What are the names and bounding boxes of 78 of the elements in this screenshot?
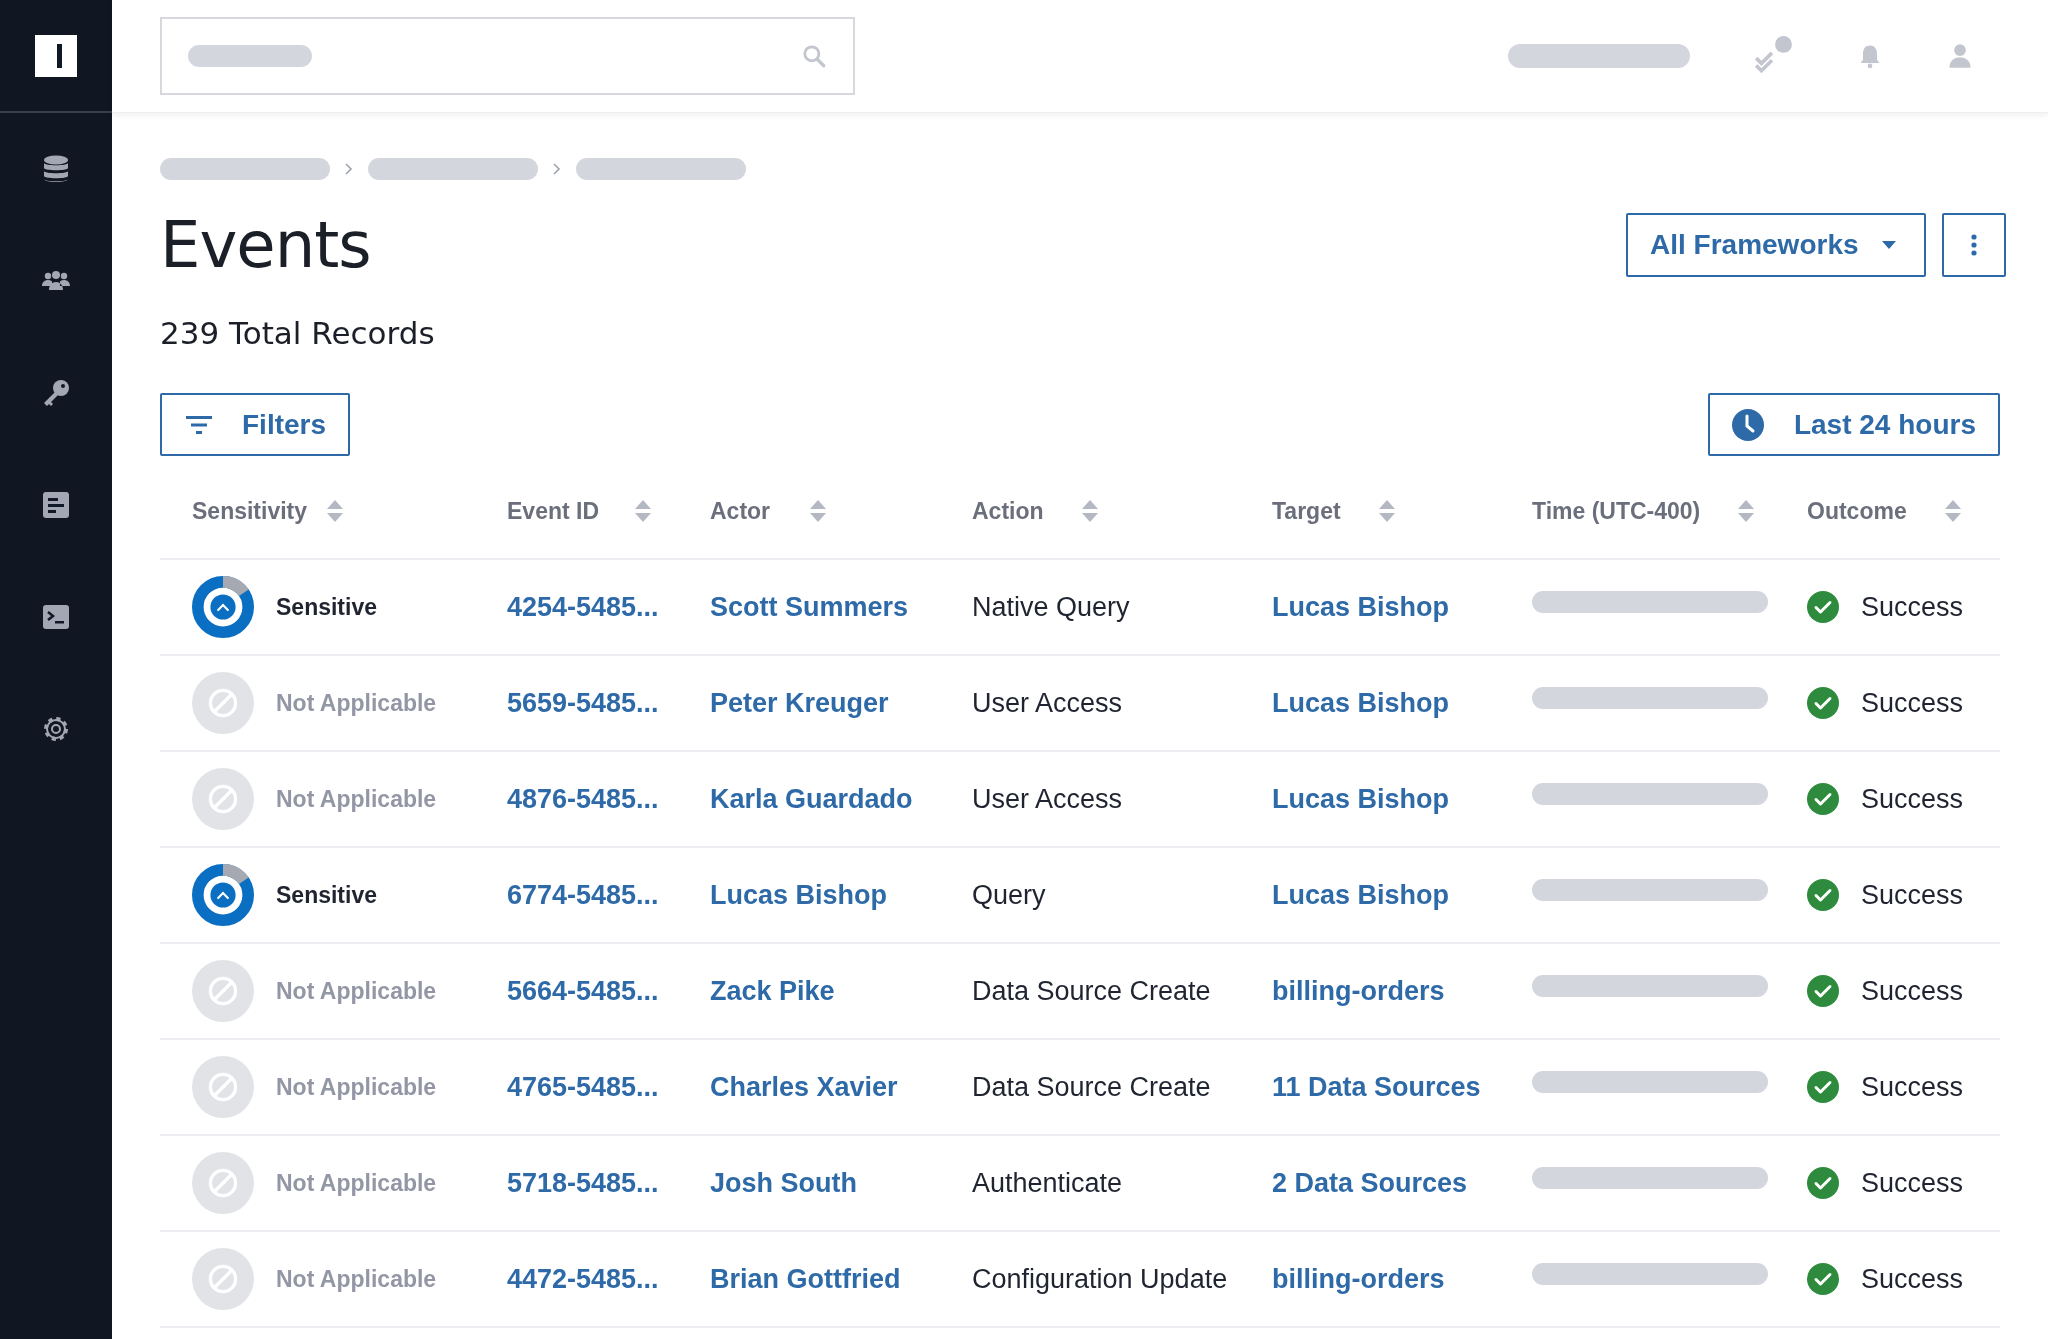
outcome-text: Success <box>1861 591 1964 623</box>
sensitivity-label: Sensitive <box>276 881 377 909</box>
outcome-text: Success <box>1861 783 1964 815</box>
document-icon[interactable] <box>40 489 72 521</box>
sensitivity-label: Not Applicable <box>276 1265 437 1293</box>
column-header[interactable]: Actor <box>695 489 960 525</box>
event-id-link[interactable]: 4472-5485... <box>507 1263 659 1295</box>
sort-icon <box>327 500 344 522</box>
sensitivity-label: Not Applicable <box>276 977 437 1005</box>
event-id-link[interactable]: 5664-5485... <box>507 975 659 1007</box>
target-link[interactable]: 2 Data Sources <box>1272 1167 1468 1199</box>
sensitivity-label: Not Applicable <box>276 785 437 813</box>
target-link[interactable]: Lucas Bishop <box>1272 879 1450 911</box>
search-field[interactable] <box>160 17 855 95</box>
sensitivity-label: Sensitive <box>276 593 377 621</box>
actor-link[interactable]: Charles Xavier <box>710 1071 898 1103</box>
target-link[interactable]: Lucas Bishop <box>1272 687 1450 719</box>
sensitivity-label: Not Applicable <box>276 1169 437 1197</box>
sort-icon <box>1738 500 1755 522</box>
outcome-text: Success <box>1861 1167 1964 1199</box>
clock-icon <box>1731 408 1764 441</box>
outcome-text: Success <box>1861 879 1964 911</box>
time-range-button[interactable]: Last 24 hours <box>1707 393 2000 456</box>
action-text: User Access <box>972 687 1123 719</box>
caret-icon <box>1882 241 1896 249</box>
sort-icon <box>1081 500 1098 522</box>
sensitivity-label: Not Applicable <box>276 1073 437 1101</box>
action-text: Authenticate <box>972 1167 1123 1199</box>
target-link[interactable]: billing-orders <box>1272 1263 1445 1295</box>
actor-link[interactable]: Karla Guardado <box>710 783 913 815</box>
column-header[interactable]: Outcome <box>1790 489 2000 525</box>
actor-link[interactable]: Zack Pike <box>710 975 835 1007</box>
chevron-icon <box>552 162 562 176</box>
event-id-link[interactable]: 5718-5485... <box>507 1167 659 1199</box>
sort-icon <box>635 500 652 522</box>
target-link[interactable]: billing-orders <box>1272 975 1445 1007</box>
chevron-icon <box>344 162 354 176</box>
sensitivity-label: Not Applicable <box>276 689 437 717</box>
search-icon <box>801 43 827 69</box>
sort-icon <box>1378 500 1395 522</box>
outcome-text: Success <box>1861 1071 1964 1103</box>
sort-icon <box>810 500 827 522</box>
action-text: Native Query <box>972 591 1130 623</box>
event-id-link[interactable]: 4765-5485... <box>507 1071 659 1103</box>
column-header[interactable]: Target <box>1260 489 1520 525</box>
sort-icon <box>1944 500 1961 522</box>
event-id-link[interactable]: 4254-5485... <box>507 591 659 623</box>
page-title: Events <box>160 208 371 282</box>
filters-button[interactable]: Filters <box>160 393 351 456</box>
outcome-text: Success <box>1861 687 1964 719</box>
target-link[interactable]: 11 Data Sources <box>1272 1071 1481 1103</box>
event-id-link[interactable]: 4876-5485... <box>507 783 659 815</box>
action-text: Data Source Create <box>972 975 1211 1007</box>
target-link[interactable]: Lucas Bishop <box>1272 591 1450 623</box>
more-icon <box>1971 234 1977 256</box>
actor-link[interactable]: Scott Summers <box>710 591 909 623</box>
actor-link[interactable]: Lucas Bishop <box>710 879 888 911</box>
column-header[interactable]: Event ID <box>490 489 695 525</box>
actor-link[interactable]: Josh South <box>710 1167 857 1199</box>
record-count: 239 Total Records <box>160 315 436 351</box>
event-id-link[interactable]: 5659-5485... <box>507 687 659 719</box>
actor-link[interactable]: Brian Gottfried <box>710 1263 901 1295</box>
filter-icon <box>186 415 212 434</box>
actor-link[interactable]: Peter Kreuger <box>710 687 889 719</box>
event-id-link[interactable]: 6774-5485... <box>507 879 659 911</box>
action-text: Configuration Update <box>972 1263 1228 1295</box>
frameworks-dropdown[interactable]: All Frameworks <box>1626 213 1926 277</box>
more-button[interactable] <box>1942 213 2006 277</box>
action-text: User Access <box>972 783 1123 815</box>
outcome-text: Success <box>1861 975 1964 1007</box>
column-header[interactable]: Sensitivity <box>160 489 490 525</box>
outcome-text: Success <box>1861 1263 1964 1295</box>
column-header[interactable]: Action <box>960 489 1260 525</box>
action-text: Query <box>972 879 1046 911</box>
target-link[interactable]: Lucas Bishop <box>1272 783 1450 815</box>
column-header[interactable]: Time (UTC-400) <box>1520 489 1790 525</box>
action-text: Data Source Create <box>972 1071 1211 1103</box>
logo-icon[interactable] <box>35 34 77 77</box>
